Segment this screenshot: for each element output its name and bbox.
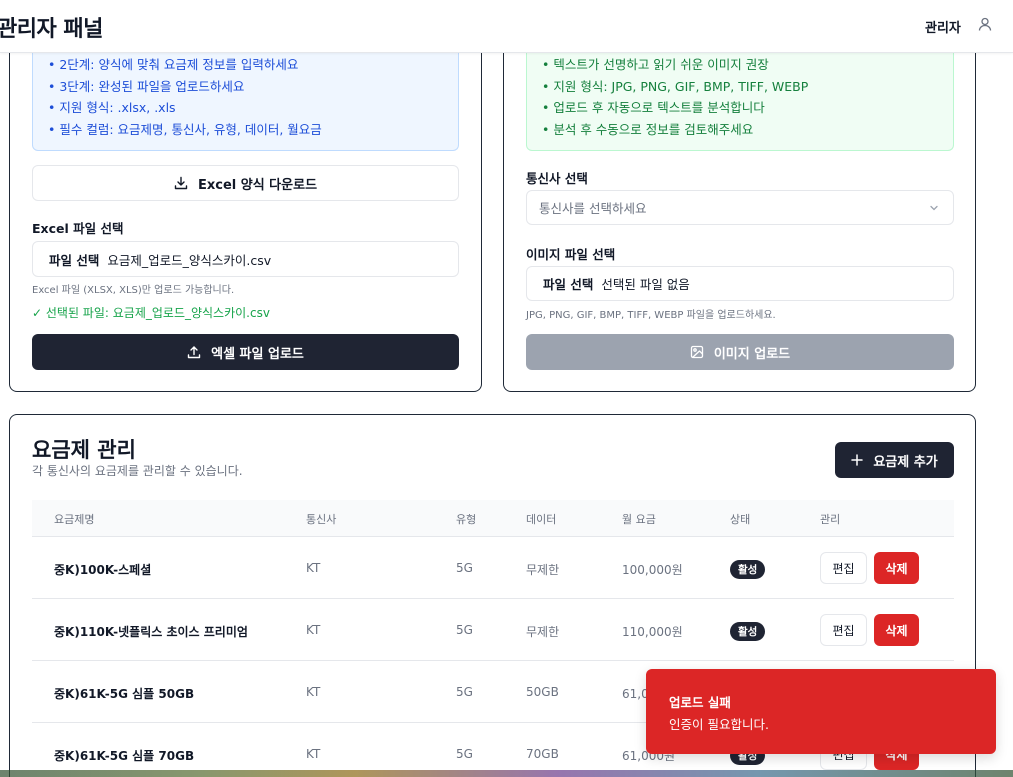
column-header: 월 요금	[622, 513, 656, 526]
image-file-name: 선택된 파일 없음	[601, 277, 690, 292]
plan-data: 무제한	[526, 563, 560, 577]
instruction-item: • 필수 컬럼: 요금제명, 통신사, 유형, 데이터, 월요금	[48, 122, 322, 137]
plan-carrier: KT	[306, 747, 321, 761]
edit-button[interactable]: 편집	[820, 552, 867, 584]
image-icon	[690, 345, 704, 359]
upload-icon	[187, 345, 201, 359]
plan-type: 5G	[456, 685, 473, 699]
carrier-select-label: 통신사 선택	[526, 171, 588, 186]
plan-price: 100,000원	[622, 563, 683, 577]
error-toast[interactable]: 업로드 실패 인증이 필요합니다.	[646, 669, 996, 754]
plans-title: 요금제 관리	[32, 438, 136, 462]
edit-button[interactable]: 편집	[820, 614, 867, 646]
plan-data: 50GB	[526, 685, 559, 699]
top-header: 관리자 패널 관리자	[0, 0, 1013, 53]
table-row: 중K)100K-스페셜 KT 5G 무제한 100,000원 활성 편집 삭제	[32, 537, 954, 599]
file-select-button[interactable]: 파일 선택	[543, 274, 593, 293]
image-upload-label: 이미지 업로드	[713, 346, 791, 362]
taskbar-strip	[0, 770, 1013, 777]
toast-message: 인증이 필요합니다.	[669, 717, 769, 732]
excel-file-label: Excel 파일 선택	[32, 221, 124, 236]
plan-type: 5G	[456, 623, 473, 637]
excel-file-hint: Excel 파일 (XLSX, XLS)만 업로드 가능합니다.	[32, 285, 235, 296]
instruction-item: • 텍스트가 선명하고 읽기 쉬운 이미지 권장	[542, 57, 769, 72]
excel-upload-button[interactable]: 엑셀 파일 업로드	[32, 334, 459, 370]
status-badge: 활성	[730, 560, 766, 579]
plan-carrier: KT	[306, 685, 321, 699]
file-select-button[interactable]: 파일 선택	[49, 250, 99, 269]
delete-button[interactable]: 삭제	[874, 614, 919, 646]
delete-button[interactable]: 삭제	[874, 552, 919, 584]
image-file-hint: JPG, PNG, GIF, BMP, TIFF, WEBP 파일을 업로드하세…	[526, 310, 776, 321]
download-label: Excel 양식 다운로드	[197, 177, 318, 193]
user-icon[interactable]	[977, 16, 993, 32]
toast-title: 업로드 실패	[669, 695, 731, 710]
add-plan-button[interactable]: 요금제 추가	[835, 442, 954, 478]
plan-type: 5G	[456, 747, 473, 761]
excel-file-input[interactable]: 파일 선택 요금제_업로드_양식스카이.csv	[32, 241, 459, 277]
user-name[interactable]: 관리자	[925, 17, 961, 36]
plan-type: 5G	[456, 561, 473, 575]
download-icon	[174, 176, 188, 190]
chevron-down-icon	[929, 203, 939, 213]
plan-data: 무제한	[526, 625, 560, 639]
table-row: 중K)110K-넷플릭스 초이스 프리미엄 KT 5G 무제한 110,000원…	[32, 599, 954, 661]
image-file-label: 이미지 파일 선택	[526, 247, 616, 262]
plan-name: 중K)61K-5G 심플 50GB	[54, 687, 195, 701]
instruction-item: • 2단계: 양식에 맞춰 요금제 정보를 입력하세요	[48, 57, 299, 72]
excel-upload-label: 엑셀 파일 업로드	[211, 346, 304, 362]
excel-template-download-button[interactable]: Excel 양식 다운로드	[32, 165, 459, 201]
add-plan-label: 요금제 추가	[873, 454, 938, 470]
table-header: 요금제명 통신사 유형 데이터 월 요금 상태 관리	[32, 500, 954, 537]
plan-name: 중K)61K-5G 심플 70GB	[54, 749, 195, 763]
carrier-placeholder: 통신사를 선택하세요	[539, 201, 647, 216]
instruction-item: • 지원 형식: JPG, PNG, GIF, BMP, TIFF, WEBP	[542, 79, 809, 94]
image-file-input[interactable]: 파일 선택 선택된 파일 없음	[526, 266, 954, 301]
column-header: 상태	[730, 513, 751, 526]
image-upload-button[interactable]: 이미지 업로드	[526, 334, 954, 370]
column-header: 관리	[820, 513, 841, 526]
plan-data: 70GB	[526, 747, 559, 761]
selected-file-text: ✓ 선택된 파일: 요금제_업로드_양식스카이.csv	[32, 306, 270, 320]
instruction-item: • 3단계: 완성된 파일을 업로드하세요	[48, 79, 245, 94]
column-header: 통신사	[306, 513, 337, 526]
carrier-select[interactable]: 통신사를 선택하세요	[526, 190, 954, 225]
column-header: 데이터	[526, 513, 557, 526]
plan-carrier: KT	[306, 561, 321, 575]
plans-subtitle: 각 통신사의 요금제를 관리할 수 있습니다.	[32, 464, 243, 478]
page-title: 관리자 패널	[0, 17, 103, 42]
instruction-item: • 지원 형식: .xlsx, .xls	[48, 100, 176, 115]
plan-price: 110,000원	[622, 625, 683, 639]
excel-file-name: 요금제_업로드_양식스카이.csv	[107, 252, 272, 268]
plan-name: 중K)110K-넷플릭스 초이스 프리미엄	[54, 625, 248, 639]
instruction-item: • 업로드 후 자동으로 텍스트를 분석합니다	[542, 100, 765, 115]
plus-icon	[851, 454, 864, 466]
status-badge: 활성	[730, 622, 766, 641]
column-header: 요금제명	[54, 513, 95, 526]
instruction-item: • 분석 후 수동으로 정보를 검토해주세요	[542, 122, 754, 137]
plan-carrier: KT	[306, 623, 321, 637]
column-header: 유형	[456, 513, 477, 526]
plan-name: 중K)100K-스페셜	[54, 563, 152, 577]
